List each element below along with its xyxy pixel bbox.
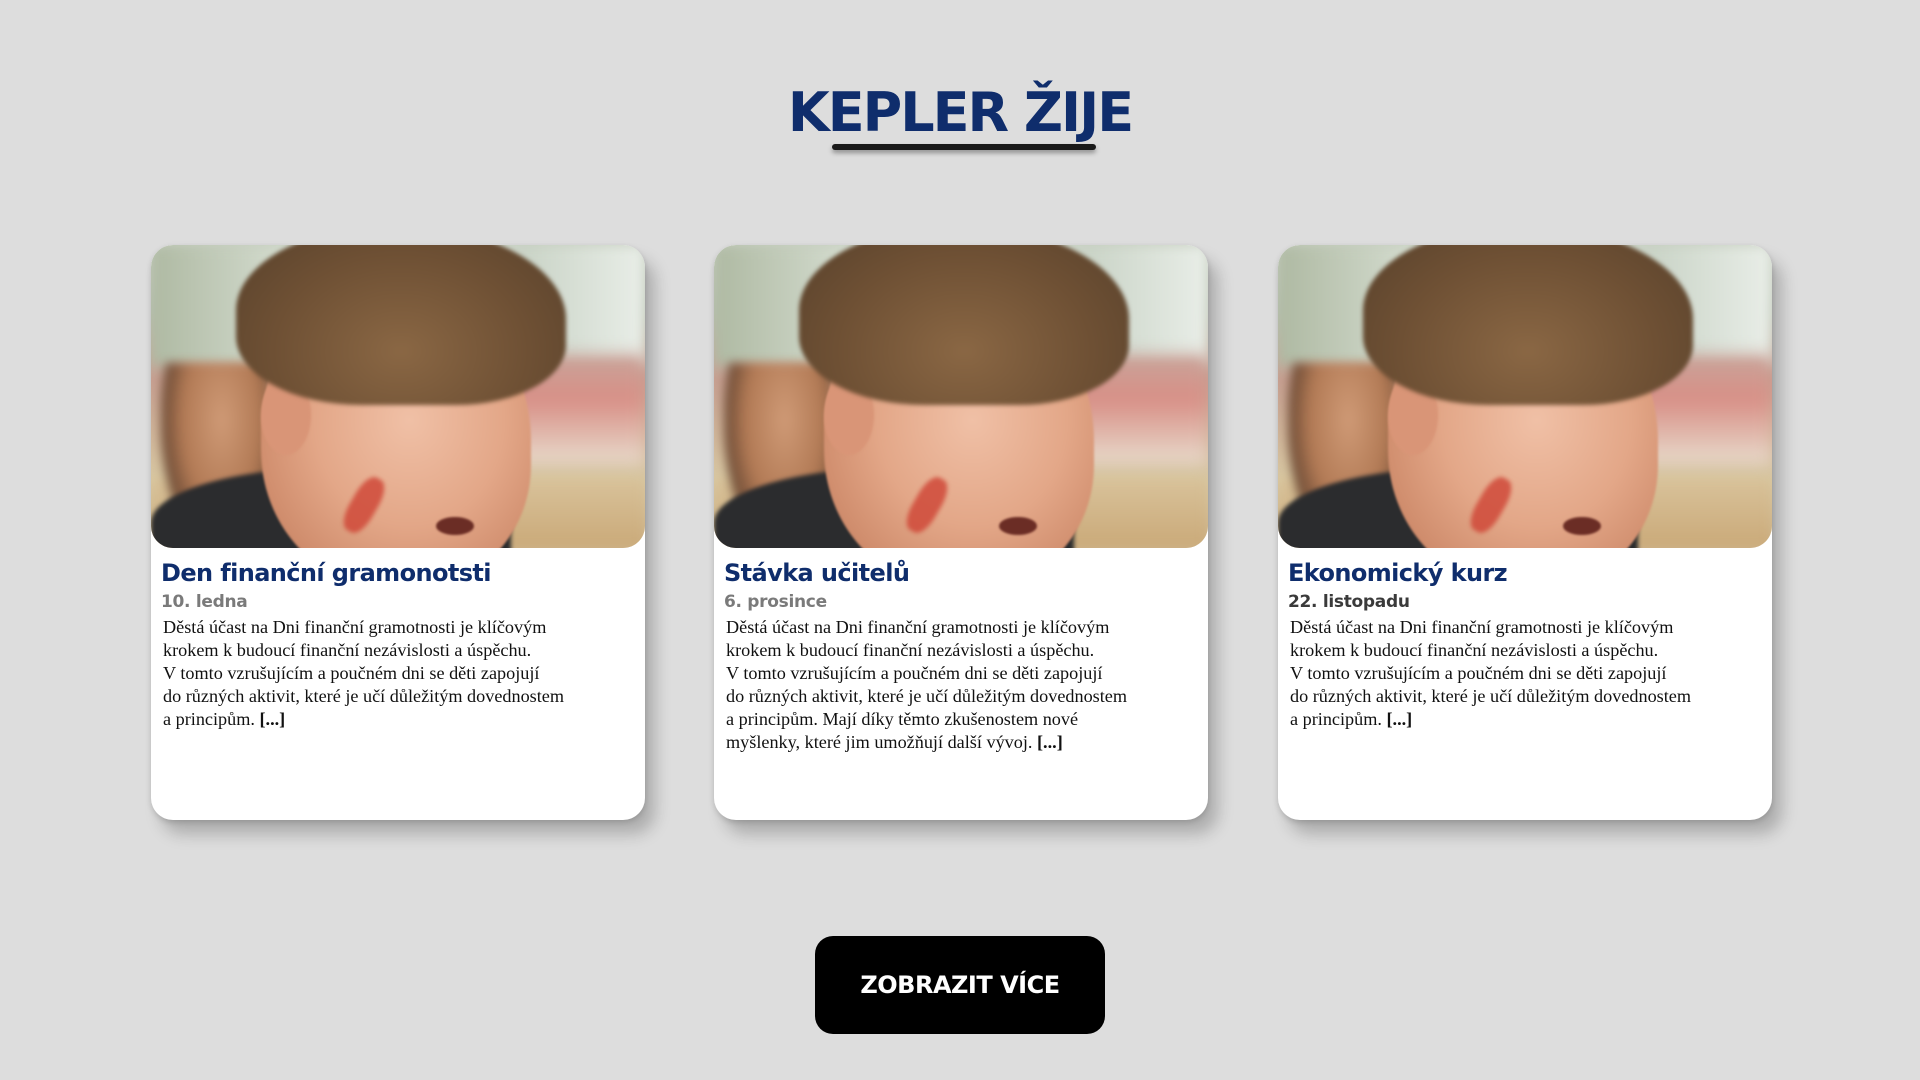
card-body: Stávka učitelů 6. prosince Děstá účast n… (724, 558, 1192, 754)
read-more-link[interactable]: [...] (1386, 709, 1412, 729)
card-excerpt: Děstá účast na Dni finanční gramotnosti … (161, 616, 629, 731)
card-body: Ekonomický kurz 22. listopadu Děstá účas… (1288, 558, 1756, 731)
news-card[interactable]: Ekonomický kurz 22. listopadu Děstá účas… (1278, 245, 1772, 820)
card-photo[interactable] (1278, 245, 1772, 548)
card-title[interactable]: Stávka učitelů (724, 558, 1192, 588)
card-title[interactable]: Den finanční gramonotsti (161, 558, 629, 588)
card-excerpt-text: Děstá účast na Dni finanční gramotnosti … (726, 617, 1128, 752)
card-body: Den finanční gramonotsti 10. ledna Děstá… (161, 558, 629, 731)
card-photo[interactable] (714, 245, 1208, 548)
card-date: 10. ledna (161, 592, 248, 612)
read-more-link[interactable]: [...] (259, 709, 285, 729)
card-excerpt-text: Děstá účast na Dni finanční gramotnosti … (163, 617, 565, 729)
card-excerpt: Děstá účast na Dni finanční gramotnosti … (724, 616, 1192, 754)
card-title[interactable]: Ekonomický kurz (1288, 558, 1756, 588)
card-date: 6. prosince (724, 592, 827, 612)
show-more-button[interactable]: ZOBRAZIT VÍCE (815, 936, 1105, 1034)
card-excerpt-text: Děstá účast na Dni finanční gramotnosti … (1290, 617, 1692, 729)
news-card[interactable]: Stávka učitelů 6. prosince Děstá účast n… (714, 245, 1208, 820)
read-more-link[interactable]: [...] (1037, 732, 1063, 752)
card-photo[interactable] (151, 245, 645, 548)
section-title: KEPLER ŽIJE (787, 81, 1134, 144)
card-excerpt: Děstá účast na Dni finanční gramotnosti … (1288, 616, 1756, 731)
news-card[interactable]: Den finanční gramonotsti 10. ledna Děstá… (151, 245, 645, 820)
title-underline (832, 144, 1096, 150)
card-date: 22. listopadu (1288, 592, 1410, 612)
